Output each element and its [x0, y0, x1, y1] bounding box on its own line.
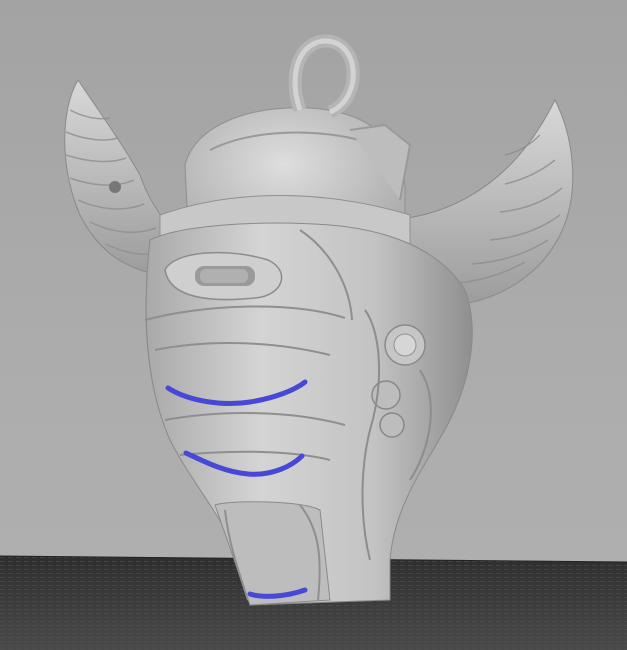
horned-helmet-mask-3d-model[interactable]: [64, 34, 574, 606]
left-horn-hole: [109, 181, 121, 193]
viewport-scene[interactable]: [0, 0, 627, 650]
eye-slot: [164, 251, 283, 301]
3d-viewport[interactable]: [0, 0, 627, 650]
top-ring-loop: [288, 34, 360, 119]
